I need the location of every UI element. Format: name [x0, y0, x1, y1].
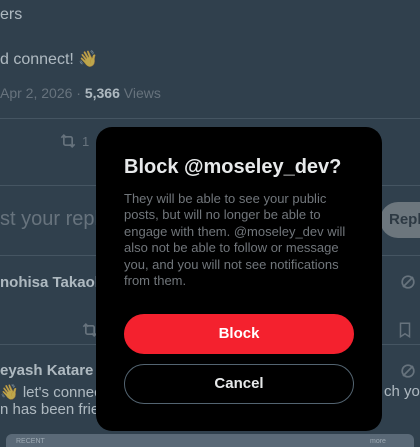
block-dialog: Block @moseley_dev? They will be able to…: [96, 127, 382, 431]
dialog-title: Block @moseley_dev?: [124, 156, 342, 178]
cancel-button[interactable]: Cancel: [124, 364, 354, 404]
dialog-body: They will be able to see your public pos…: [124, 191, 346, 289]
block-button[interactable]: Block: [124, 314, 354, 354]
